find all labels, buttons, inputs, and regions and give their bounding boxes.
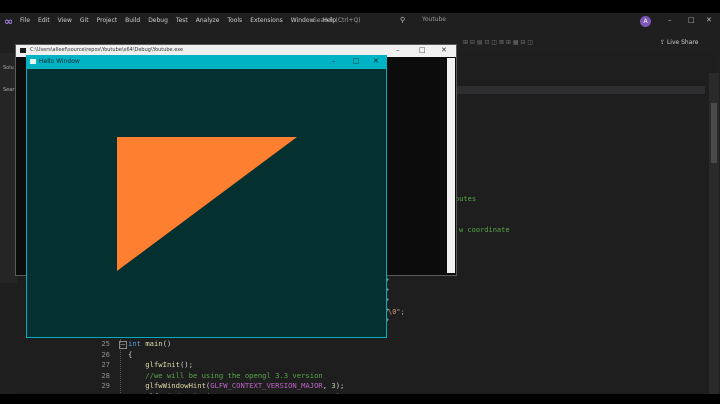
opengl-canvas[interactable]: [27, 69, 386, 337]
menu-file[interactable]: File: [20, 17, 30, 24]
console-minimize-icon[interactable]: –: [396, 46, 400, 54]
project-name: Youtube: [422, 16, 446, 23]
solution-label[interactable]: Solu: [3, 65, 14, 71]
glfw-close-icon[interactable]: ✕: [373, 57, 379, 65]
live-share-icon: ⇪: [660, 39, 667, 46]
code-line[interactable]: 29 glfwWindowHint(GLFW_CONTEXT_VERSION_M…: [90, 381, 344, 392]
orange-triangle: [117, 137, 297, 271]
code-token: main: [145, 339, 163, 348]
close-icon[interactable]: ✕: [706, 16, 712, 24]
menu-items: File Edit View Git Project Build Debug T…: [20, 17, 344, 24]
line-number: 27: [101, 360, 110, 369]
toolbar-icons[interactable]: ⊞ ⊟ ▤ ⊡ ◫ ⊠ ⊞ ▦ ⊟ ◫: [463, 39, 533, 46]
code-token: (): [162, 339, 172, 348]
glfw-maximize-icon[interactable]: □: [353, 57, 360, 65]
console-icon: [20, 48, 26, 53]
code-line[interactable]: 25 int main(): [90, 339, 344, 350]
menu-tools[interactable]: Tools: [227, 17, 242, 24]
menu-debug[interactable]: Debug: [148, 17, 168, 24]
glfw-window-title: Hello Window: [39, 58, 80, 65]
live-share-button[interactable]: ⇪ Live Share: [660, 39, 698, 46]
editor-navigation-bar[interactable]: [455, 86, 705, 94]
code-line[interactable]: 28 //we will be using the opengl 3.3 ver…: [90, 371, 344, 382]
visual-studio-window: ∞ File Edit View Git Project Build Debug…: [0, 13, 720, 394]
code-token: glfwWindowHint: [128, 381, 206, 390]
console-title: C:\Users\alleef\source\repos\Youtube\x64…: [30, 47, 184, 53]
code-token: //we will be using the opengl 3.3 versio…: [128, 370, 323, 380]
avatar[interactable]: A: [640, 16, 651, 27]
glfw-app-icon: [30, 59, 36, 64]
code-token: glfwInit: [128, 360, 180, 369]
menu-bar: ∞ File Edit View Git Project Build Debug…: [0, 13, 720, 33]
minimize-icon[interactable]: –: [668, 16, 672, 24]
code-token: ();: [179, 360, 193, 369]
menu-build[interactable]: Build: [125, 17, 140, 24]
maximize-icon[interactable]: □: [688, 16, 695, 24]
editor-scrollbar-thumb[interactable]: [711, 103, 717, 163]
menu-git[interactable]: Git: [80, 17, 89, 24]
code-token: );: [335, 381, 345, 390]
glfw-minimize-icon[interactable]: –: [332, 57, 336, 65]
letterbox-bottom: [0, 394, 720, 404]
search-input[interactable]: Search (Ctrl+Q): [313, 17, 405, 27]
code-token: int: [128, 339, 146, 348]
code-lines[interactable]: 25 int main() 26{27 glfwInit(); 28 //we wil…: [90, 339, 344, 394]
live-share-label: Live Share: [666, 39, 699, 46]
line-number: 29: [101, 381, 110, 390]
line-number: 28: [101, 370, 110, 380]
opengl-render: [117, 137, 297, 271]
menu-extensions[interactable]: Extensions: [250, 17, 283, 24]
code-fragment-attributes: butes: [455, 195, 477, 203]
menu-view[interactable]: View: [58, 17, 72, 24]
menu-test[interactable]: Test: [176, 17, 188, 24]
menu-window[interactable]: Window: [291, 17, 315, 24]
console-close-icon[interactable]: ✕: [441, 46, 447, 54]
console-scrollbar[interactable]: [447, 58, 455, 273]
code-token: GLFW_CONTEXT_VERSION_MAJOR: [210, 381, 323, 390]
visual-studio-logo-icon: ∞: [4, 15, 14, 28]
console-maximize-icon[interactable]: □: [419, 46, 426, 54]
search-icon[interactable]: ⚲: [400, 16, 405, 24]
code-token: {: [128, 349, 133, 359]
code-fragment-coordinate: w coordinate: [459, 226, 510, 234]
glfw-title-bar[interactable]: Hello Window – □ ✕: [26, 55, 387, 69]
code-line[interactable]: 26 {: [90, 350, 344, 361]
search-label[interactable]: Sear: [3, 87, 14, 93]
glfw-window[interactable]: Hello Window – □ ✕: [26, 55, 387, 338]
code-line[interactable]: 27 glfwInit();: [90, 360, 344, 371]
menu-analyze[interactable]: Analyze: [196, 17, 220, 24]
menu-edit[interactable]: Edit: [38, 17, 50, 24]
menu-project[interactable]: Project: [97, 17, 118, 24]
line-number: 25: [101, 339, 110, 348]
line-number: 26: [101, 349, 110, 359]
code-fragment-string-end: \0";: [388, 308, 405, 316]
